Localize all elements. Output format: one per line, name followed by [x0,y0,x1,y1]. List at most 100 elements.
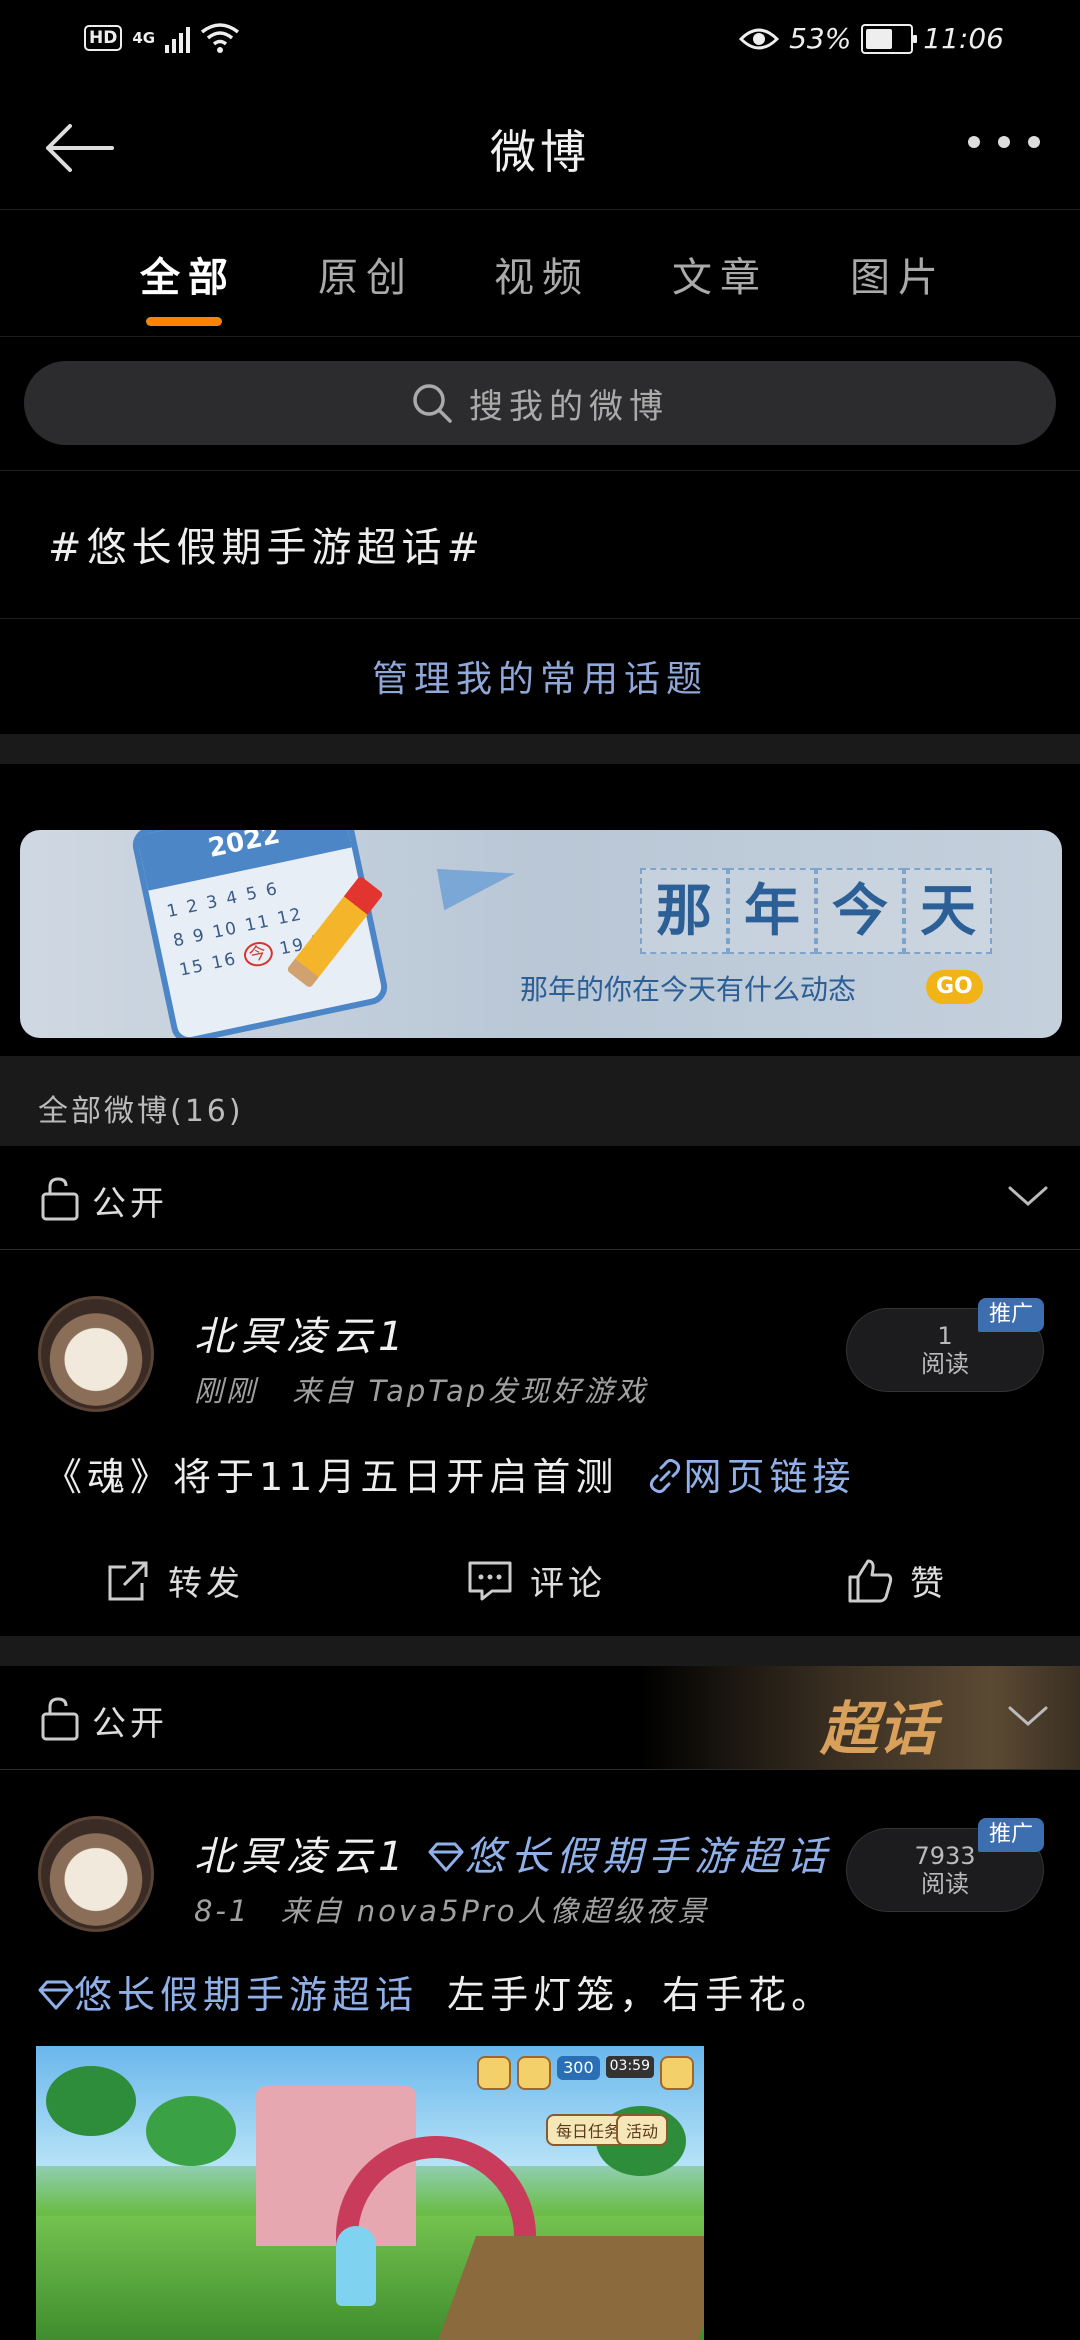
divider [0,618,1080,619]
hud-activity: 活动 [616,2114,669,2146]
banner-title-char: 年 [728,868,816,954]
super-topic-link[interactable]: 悠长假期手游超话 [38,1973,435,2017]
clock: 11:06 [923,22,1004,55]
promote-badge[interactable]: 推广 [978,1818,1044,1852]
signal-icon [165,23,191,53]
comment-icon [468,1561,512,1600]
post-text: 左手灯笼，右手花。 [447,1973,835,2017]
diamond-icon [428,1842,464,1872]
post-meta: 8-1 来自 nova5Pro人像超级夜景 [194,1888,709,1930]
eye-comfort-icon [739,28,780,49]
post-time: 8-1 [194,1894,251,1928]
post-actions: 转发 评论 赞 [0,1534,1080,1634]
active-tab-indicator [146,317,222,326]
battery-percent: 53% [789,22,852,55]
banner-title-char: 天 [904,868,992,954]
repost-icon [108,1561,148,1600]
battery-icon [861,23,918,54]
like-button[interactable]: 赞 [846,1556,948,1605]
hud-coins: 300 [557,2056,600,2080]
hud-time: 03:59 [605,2056,654,2078]
post-meta: 刚刚 来自 TapTap发现好游戏 [194,1368,648,1410]
privacy-row[interactable]: 公开 [0,1146,1080,1250]
post-card: 北冥凌云1 刚刚 来自 TapTap发现好游戏 1 阅读 推广 《魂》将于11月… [0,1296,1080,1636]
post-username[interactable]: 北冥凌云1 [194,1834,409,1880]
avatar[interactable] [38,1816,154,1932]
divider [0,470,1080,471]
chevron-down-icon[interactable] [1006,1178,1050,1214]
like-label: 赞 [910,1564,948,1604]
post-header-line: 北冥凌云1 悠长假期手游超话 [194,1824,832,1882]
section-gap [0,1636,1080,1666]
filter-tabs: 全部 原创 视频 文章 图片 [0,211,1080,337]
link-icon [650,1458,681,1494]
unlock-icon [41,1177,79,1221]
web-link[interactable]: 网页链接 [647,1455,855,1499]
post-content: 《魂》将于11月五日开启首测 网页链接 [44,1446,855,1501]
web-link-text: 网页链接 [683,1455,856,1499]
feed-section-header: 全部微博(16) [0,1056,1080,1146]
repost-label: 转发 [168,1564,244,1604]
image-character [336,2226,376,2306]
thumbs-up-icon [848,1559,893,1602]
image-tree [146,2096,236,2166]
search-icon [413,384,452,423]
post-source: 来自 nova5Pro人像超级夜景 [280,1894,710,1928]
on-this-day-banner[interactable]: 2022 1 2 3 4 5 68 9 10 11 1215 16 今 19 2… [20,830,1062,1038]
banner-go-button[interactable]: GO [926,970,983,1004]
section-gap [0,734,1080,764]
avatar[interactable] [38,1296,154,1412]
hd-indicator: HD [84,25,123,51]
feed-count-title: 全部微博(16) [38,1094,244,1129]
search-bar[interactable]: 搜我的微博 [24,361,1056,445]
banner-title-char: 今 [816,868,904,954]
more-options-icon[interactable] [968,136,1040,148]
manage-topics-link[interactable]: 管理我的常用话题 [0,650,1080,702]
topic-tag[interactable]: #悠长假期手游超话# [48,515,485,573]
tab-video[interactable]: 视频 [494,245,590,303]
chevron-down-icon[interactable] [1006,1698,1050,1734]
super-topic-label: 超话 [820,1695,937,1763]
banner-title: 那 年 今 天 [640,868,992,954]
post-username[interactable]: 北冥凌云1 [194,1304,409,1362]
calendar-today-mark: 今 [241,939,276,969]
tab-image[interactable]: 图片 [850,245,946,303]
tab-original[interactable]: 原创 [318,245,414,303]
image-field [435,2236,704,2340]
promote-badge[interactable]: 推广 [978,1298,1044,1332]
super-topic-name: 悠长假期手游超话 [74,1973,419,2017]
network-type: 4G [132,29,156,47]
tab-article[interactable]: 文章 [672,245,768,303]
status-right: 53% 11:06 [739,22,1004,55]
post-image[interactable]: 300 03:59 每日任务 活动 [36,2046,704,2340]
post-text: 《魂》将于11月五日开启首测 [44,1455,619,1499]
privacy-label: 公开 [92,1184,168,1224]
privacy-label: 公开 [92,1704,168,1744]
super-topic-link[interactable]: 悠长假期手游超话 [428,1834,832,1880]
image-hud: 300 03:59 [477,2056,694,2090]
read-label: 阅读 [921,1350,969,1378]
spacer [0,1038,1080,1056]
status-left: HD 4G [84,22,240,54]
post-source: 来自 TapTap发现好游戏 [292,1374,649,1408]
comment-button[interactable]: 评论 [466,1556,606,1605]
banner-title-char: 那 [640,868,728,954]
comment-label: 评论 [530,1564,606,1604]
tab-all[interactable]: 全部 [140,245,236,303]
wifi-icon [201,23,240,53]
banner-subtitle: 那年的你在今天有什么动态 [520,973,857,1006]
paper-plane-icon [436,855,520,911]
diamond-icon [38,1980,74,2010]
privacy-row[interactable]: 超话 公开 [0,1666,1080,1770]
image-tree [46,2066,136,2136]
post-time: 刚刚 [194,1374,259,1408]
super-topic-name: 悠长假期手游超话 [464,1834,833,1880]
read-label: 阅读 [921,1870,969,1898]
status-bar: HD 4G 53% 11:06 [0,0,1080,80]
page-title: 微博 [490,125,590,179]
repost-button[interactable]: 转发 [104,1556,244,1605]
unlock-icon [41,1697,79,1741]
post-content: 悠长假期手游超话 左手灯笼，右手花。 [38,1964,834,2019]
search-placeholder: 搜我的微博 [469,386,669,427]
title-bar: 微博 [0,80,1080,210]
